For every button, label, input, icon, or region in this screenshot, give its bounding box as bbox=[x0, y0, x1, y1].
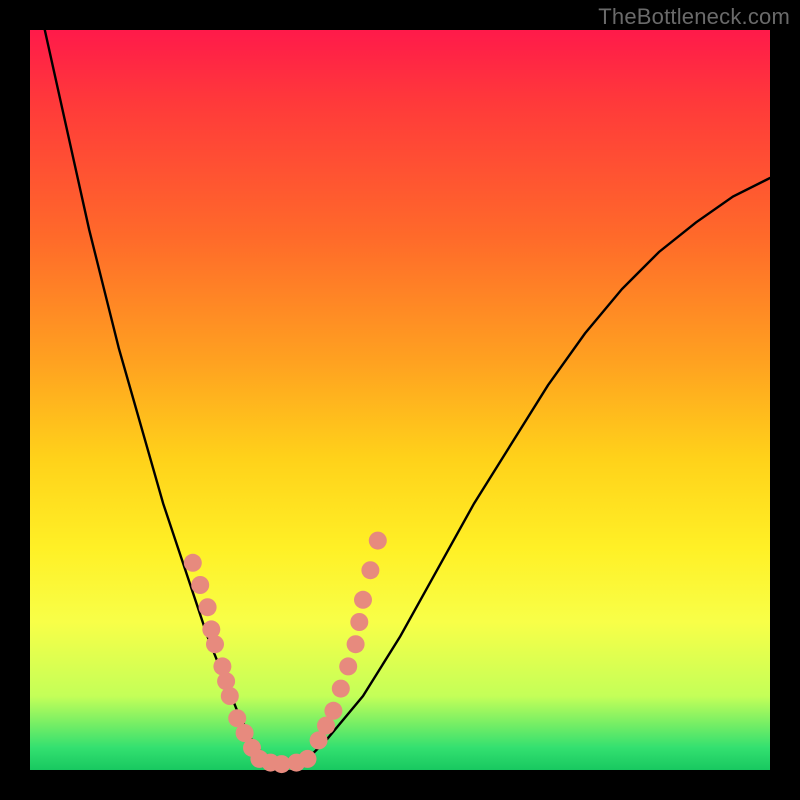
data-point bbox=[369, 532, 387, 550]
data-point bbox=[361, 561, 379, 579]
data-point bbox=[350, 613, 368, 631]
watermark-text: TheBottleneck.com bbox=[598, 4, 790, 30]
data-point bbox=[221, 687, 239, 705]
data-point bbox=[184, 554, 202, 572]
data-point bbox=[354, 591, 372, 609]
data-point bbox=[324, 702, 342, 720]
bottleneck-curve bbox=[45, 30, 770, 766]
data-point bbox=[199, 598, 217, 616]
data-point bbox=[347, 635, 365, 653]
plot-area bbox=[30, 30, 770, 770]
curve-svg bbox=[30, 30, 770, 770]
scatter-dots bbox=[184, 532, 387, 773]
data-point bbox=[332, 680, 350, 698]
data-point bbox=[191, 576, 209, 594]
data-point bbox=[206, 635, 224, 653]
data-point bbox=[299, 750, 317, 768]
data-point bbox=[339, 657, 357, 675]
chart-stage: TheBottleneck.com bbox=[0, 0, 800, 800]
